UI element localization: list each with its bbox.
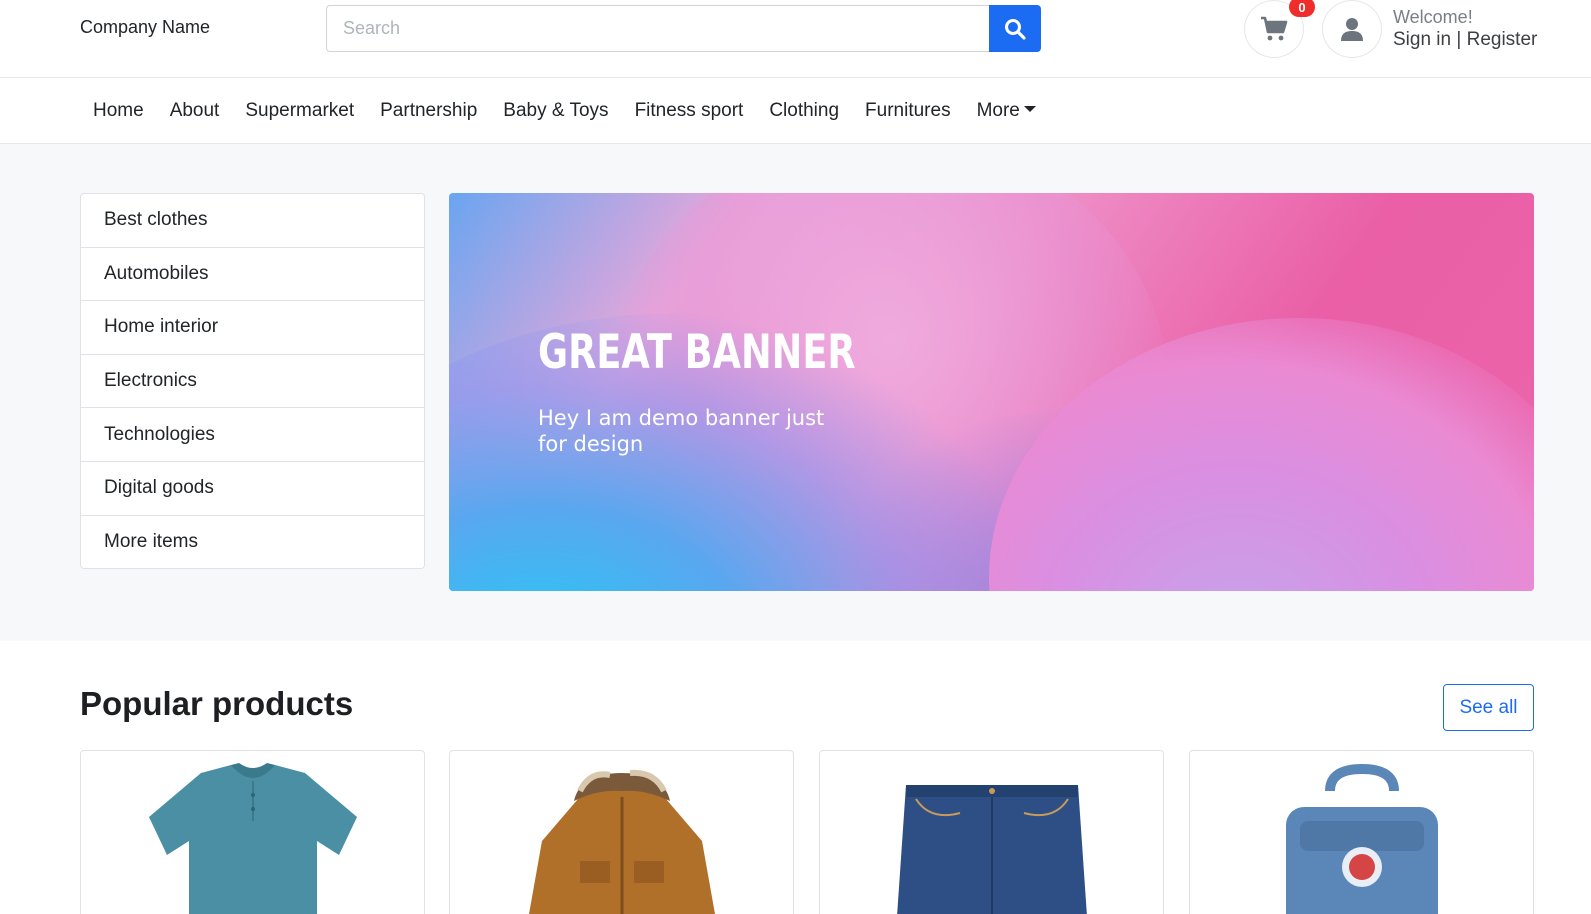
category-list: Best clothes Automobiles Home interior E… xyxy=(80,193,425,569)
nav-item-about[interactable]: About xyxy=(157,100,233,122)
header: Company Name 0 Welcome! Sign in | Regist… xyxy=(0,0,1591,78)
search-icon xyxy=(1005,18,1026,40)
search-bar xyxy=(326,5,1041,52)
cart-icon xyxy=(1261,16,1288,41)
auth-separator: | xyxy=(1451,29,1467,50)
nav-item-clothing[interactable]: Clothing xyxy=(756,100,852,122)
search-button[interactable] xyxy=(989,5,1041,52)
backpack-icon xyxy=(1286,763,1438,914)
category-item-more-items[interactable]: More items xyxy=(81,516,424,570)
product-card[interactable] xyxy=(1189,750,1534,914)
jacket-icon xyxy=(529,769,715,914)
banner-subtitle: Hey I am demo banner just for design xyxy=(538,406,825,456)
category-item-automobiles[interactable]: Automobiles xyxy=(81,248,424,302)
promo-banner[interactable]: GREAT BANNER Hey I am demo banner just f… xyxy=(449,193,1534,591)
category-item-electronics[interactable]: Electronics xyxy=(81,355,424,409)
caret-down-icon xyxy=(1023,106,1036,112)
nav-item-more-dropdown[interactable]: More xyxy=(964,100,1049,122)
nav-item-baby-toys[interactable]: Baby & Toys xyxy=(490,100,621,122)
register-link[interactable]: Register xyxy=(1467,29,1538,50)
nav-item-home[interactable]: Home xyxy=(80,100,157,122)
user-icon xyxy=(1341,18,1363,41)
product-card[interactable] xyxy=(449,750,794,914)
nav-item-furnitures[interactable]: Furnitures xyxy=(852,100,964,122)
nav-item-more-label: More xyxy=(976,100,1020,121)
nav-item-partnership[interactable]: Partnership xyxy=(367,100,490,122)
auth-links: Sign in | Register xyxy=(1393,29,1537,51)
company-name[interactable]: Company Name xyxy=(80,17,210,38)
main-nav: Home About Supermarket Partnership Baby … xyxy=(0,78,1591,144)
nav-item-fitness-sport[interactable]: Fitness sport xyxy=(622,100,757,122)
category-item-best-clothes[interactable]: Best clothes xyxy=(81,194,424,248)
category-item-technologies[interactable]: Technologies xyxy=(81,408,424,462)
jeans-icon xyxy=(897,785,1087,914)
category-item-home-interior[interactable]: Home interior xyxy=(81,301,424,355)
user-avatar-button[interactable] xyxy=(1322,0,1382,58)
section-title: Popular products xyxy=(80,685,354,722)
product-card[interactable] xyxy=(819,750,1164,914)
polo-shirt-icon xyxy=(149,763,357,914)
product-card[interactable] xyxy=(80,750,425,914)
welcome-text: Welcome! xyxy=(1393,7,1473,27)
search-input[interactable] xyxy=(326,5,989,52)
nav-item-supermarket[interactable]: Supermarket xyxy=(232,100,367,122)
banner-title: GREAT BANNER xyxy=(538,325,856,380)
see-all-button[interactable]: See all xyxy=(1443,684,1534,731)
cart-count-badge: 0 xyxy=(1289,0,1315,17)
category-item-digital-goods[interactable]: Digital goods xyxy=(81,462,424,516)
sign-in-link[interactable]: Sign in xyxy=(1393,29,1451,50)
